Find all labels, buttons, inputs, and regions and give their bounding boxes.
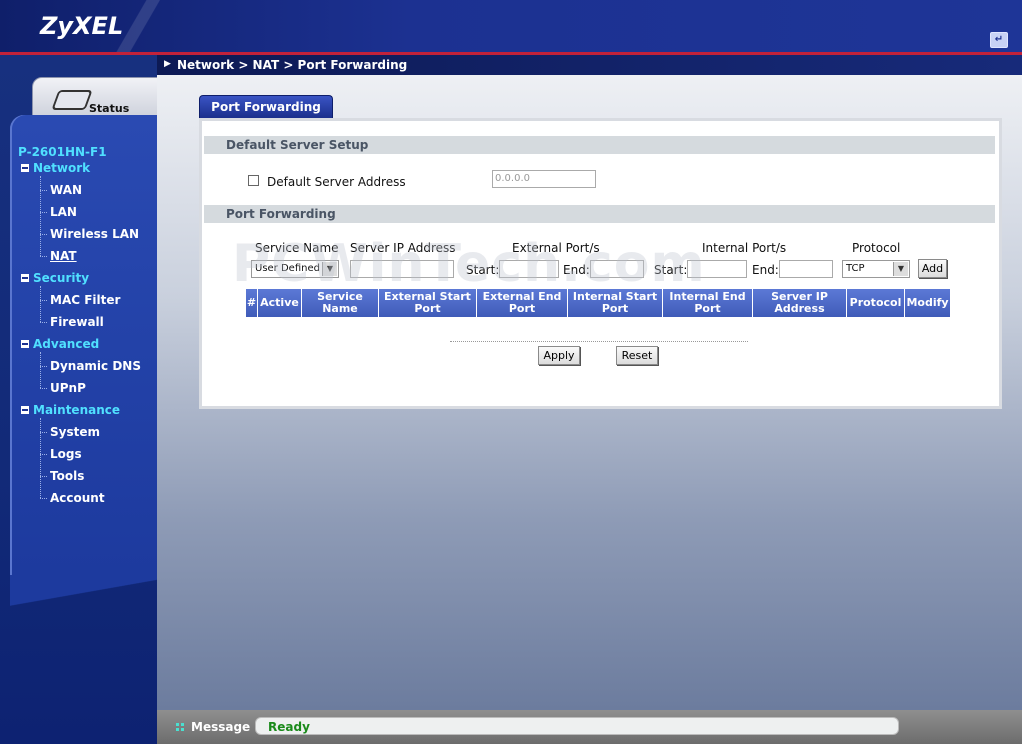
divider <box>450 341 748 342</box>
tree-connector <box>40 498 47 499</box>
message-bar: Message Ready <box>157 710 1022 744</box>
nav-group-network[interactable]: Network <box>21 161 90 175</box>
server-ip-label: Server IP Address <box>350 241 456 255</box>
server-ip-input[interactable] <box>350 260 454 278</box>
nav-item-lan[interactable]: LAN <box>50 205 77 219</box>
column-header: Internal End Port <box>663 289 753 317</box>
tab-port-forwarding[interactable]: Port Forwarding <box>199 95 333 118</box>
message-icon <box>176 723 184 731</box>
service-name-label: Service Name <box>255 241 339 255</box>
tree-connector <box>40 388 47 389</box>
header-decoration <box>110 0 170 52</box>
add-button[interactable]: Add <box>918 259 947 278</box>
nav-item-account[interactable]: Account <box>50 491 105 505</box>
nav-group-maintenance[interactable]: Maintenance <box>21 403 120 417</box>
tree-connector <box>40 418 42 498</box>
tree-connector <box>40 234 47 235</box>
collapse-icon[interactable] <box>21 164 29 172</box>
tree-connector <box>40 322 47 323</box>
breadcrumb-arrow-icon: ▶ <box>164 59 171 69</box>
column-header: External End Port <box>477 289 568 317</box>
default-server-checkbox[interactable] <box>248 175 259 186</box>
tree-connector <box>40 366 47 367</box>
nav-item-logs[interactable]: Logs <box>50 447 82 461</box>
nav-item-nat[interactable]: NAT <box>50 249 77 263</box>
column-header: External Start Port <box>379 289 477 317</box>
message-status: Ready <box>255 717 899 735</box>
header-bar: ZyXEL ↵ <box>0 0 1022 52</box>
external-end-input[interactable] <box>590 260 644 278</box>
default-server-label: Default Server Address <box>267 175 406 189</box>
protocol-select[interactable]: TCP ▼ <box>842 260 910 278</box>
nav-item-tools[interactable]: Tools <box>50 469 84 483</box>
internal-end-label: End: <box>752 263 779 277</box>
main-content: Port Forwarding Default Server Setup Def… <box>157 75 1022 710</box>
column-header: Internal Start Port <box>568 289 663 317</box>
tree-connector <box>40 256 47 257</box>
message-label: Message <box>191 720 251 734</box>
section-port-forwarding: Port Forwarding <box>204 205 995 223</box>
reset-button[interactable]: Reset <box>616 346 658 365</box>
external-start-label: Start: <box>466 263 500 277</box>
column-header: Active <box>258 289 302 317</box>
chevron-down-icon[interactable]: ▼ <box>893 262 908 276</box>
tree-connector <box>40 212 47 213</box>
nav-group-advanced[interactable]: Advanced <box>21 337 99 351</box>
tree-connector <box>40 476 47 477</box>
logout-icon[interactable]: ↵ <box>990 32 1008 48</box>
device-model: P-2601HN-F1 <box>18 145 107 159</box>
apply-button[interactable]: Apply <box>538 346 580 365</box>
tree-connector <box>40 454 47 455</box>
collapse-icon[interactable] <box>21 274 29 282</box>
internal-ports-label: Internal Port/s <box>702 241 787 255</box>
tree-connector <box>40 286 42 322</box>
external-ports-label: External Port/s <box>512 241 600 255</box>
nav-panel-tail <box>10 575 157 625</box>
tree-connector <box>40 300 47 301</box>
internal-end-input[interactable] <box>779 260 833 278</box>
column-header: Protocol <box>847 289 905 317</box>
section-default-server: Default Server Setup <box>204 136 995 154</box>
chevron-down-icon[interactable]: ▼ <box>322 262 337 276</box>
nav-item-system[interactable]: System <box>50 425 100 439</box>
breadcrumb-bar: ▶ Network > NAT > Port Forwarding <box>157 55 1022 75</box>
tree-connector <box>40 176 42 256</box>
internal-start-input[interactable] <box>687 260 747 278</box>
nav-item-firewall[interactable]: Firewall <box>50 315 104 329</box>
nav-item-wan[interactable]: WAN <box>50 183 82 197</box>
nav-item-mac-filter[interactable]: MAC Filter <box>50 293 120 307</box>
collapse-icon[interactable] <box>21 406 29 414</box>
breadcrumb: Network > NAT > Port Forwarding <box>177 58 408 72</box>
external-end-label: End: <box>563 263 590 277</box>
column-header: # <box>246 289 258 317</box>
nav-item-dynamic-dns[interactable]: Dynamic DNS <box>50 359 141 373</box>
collapse-icon[interactable] <box>21 340 29 348</box>
column-header: Service Name <box>302 289 379 317</box>
content-panel: Default Server Setup Default Server Addr… <box>199 118 1002 409</box>
service-name-select[interactable]: User Defined ▼ <box>251 260 339 278</box>
column-header: Server IP Address <box>753 289 847 317</box>
tree-connector <box>40 352 42 388</box>
nav-item-wireless-lan[interactable]: Wireless LAN <box>50 227 139 241</box>
tree-connector <box>40 190 47 191</box>
status-tab-label: Status <box>89 102 130 115</box>
column-header: Modify <box>905 289 951 317</box>
default-server-address-input[interactable]: 0.0.0.0 <box>492 170 596 188</box>
external-start-input[interactable] <box>499 260 559 278</box>
tree-connector <box>40 432 47 433</box>
nav-group-security[interactable]: Security <box>21 271 89 285</box>
internal-start-label: Start: <box>654 263 688 277</box>
nav-item-upnp[interactable]: UPnP <box>50 381 86 395</box>
router-icon <box>51 90 93 110</box>
protocol-label: Protocol <box>852 241 901 255</box>
